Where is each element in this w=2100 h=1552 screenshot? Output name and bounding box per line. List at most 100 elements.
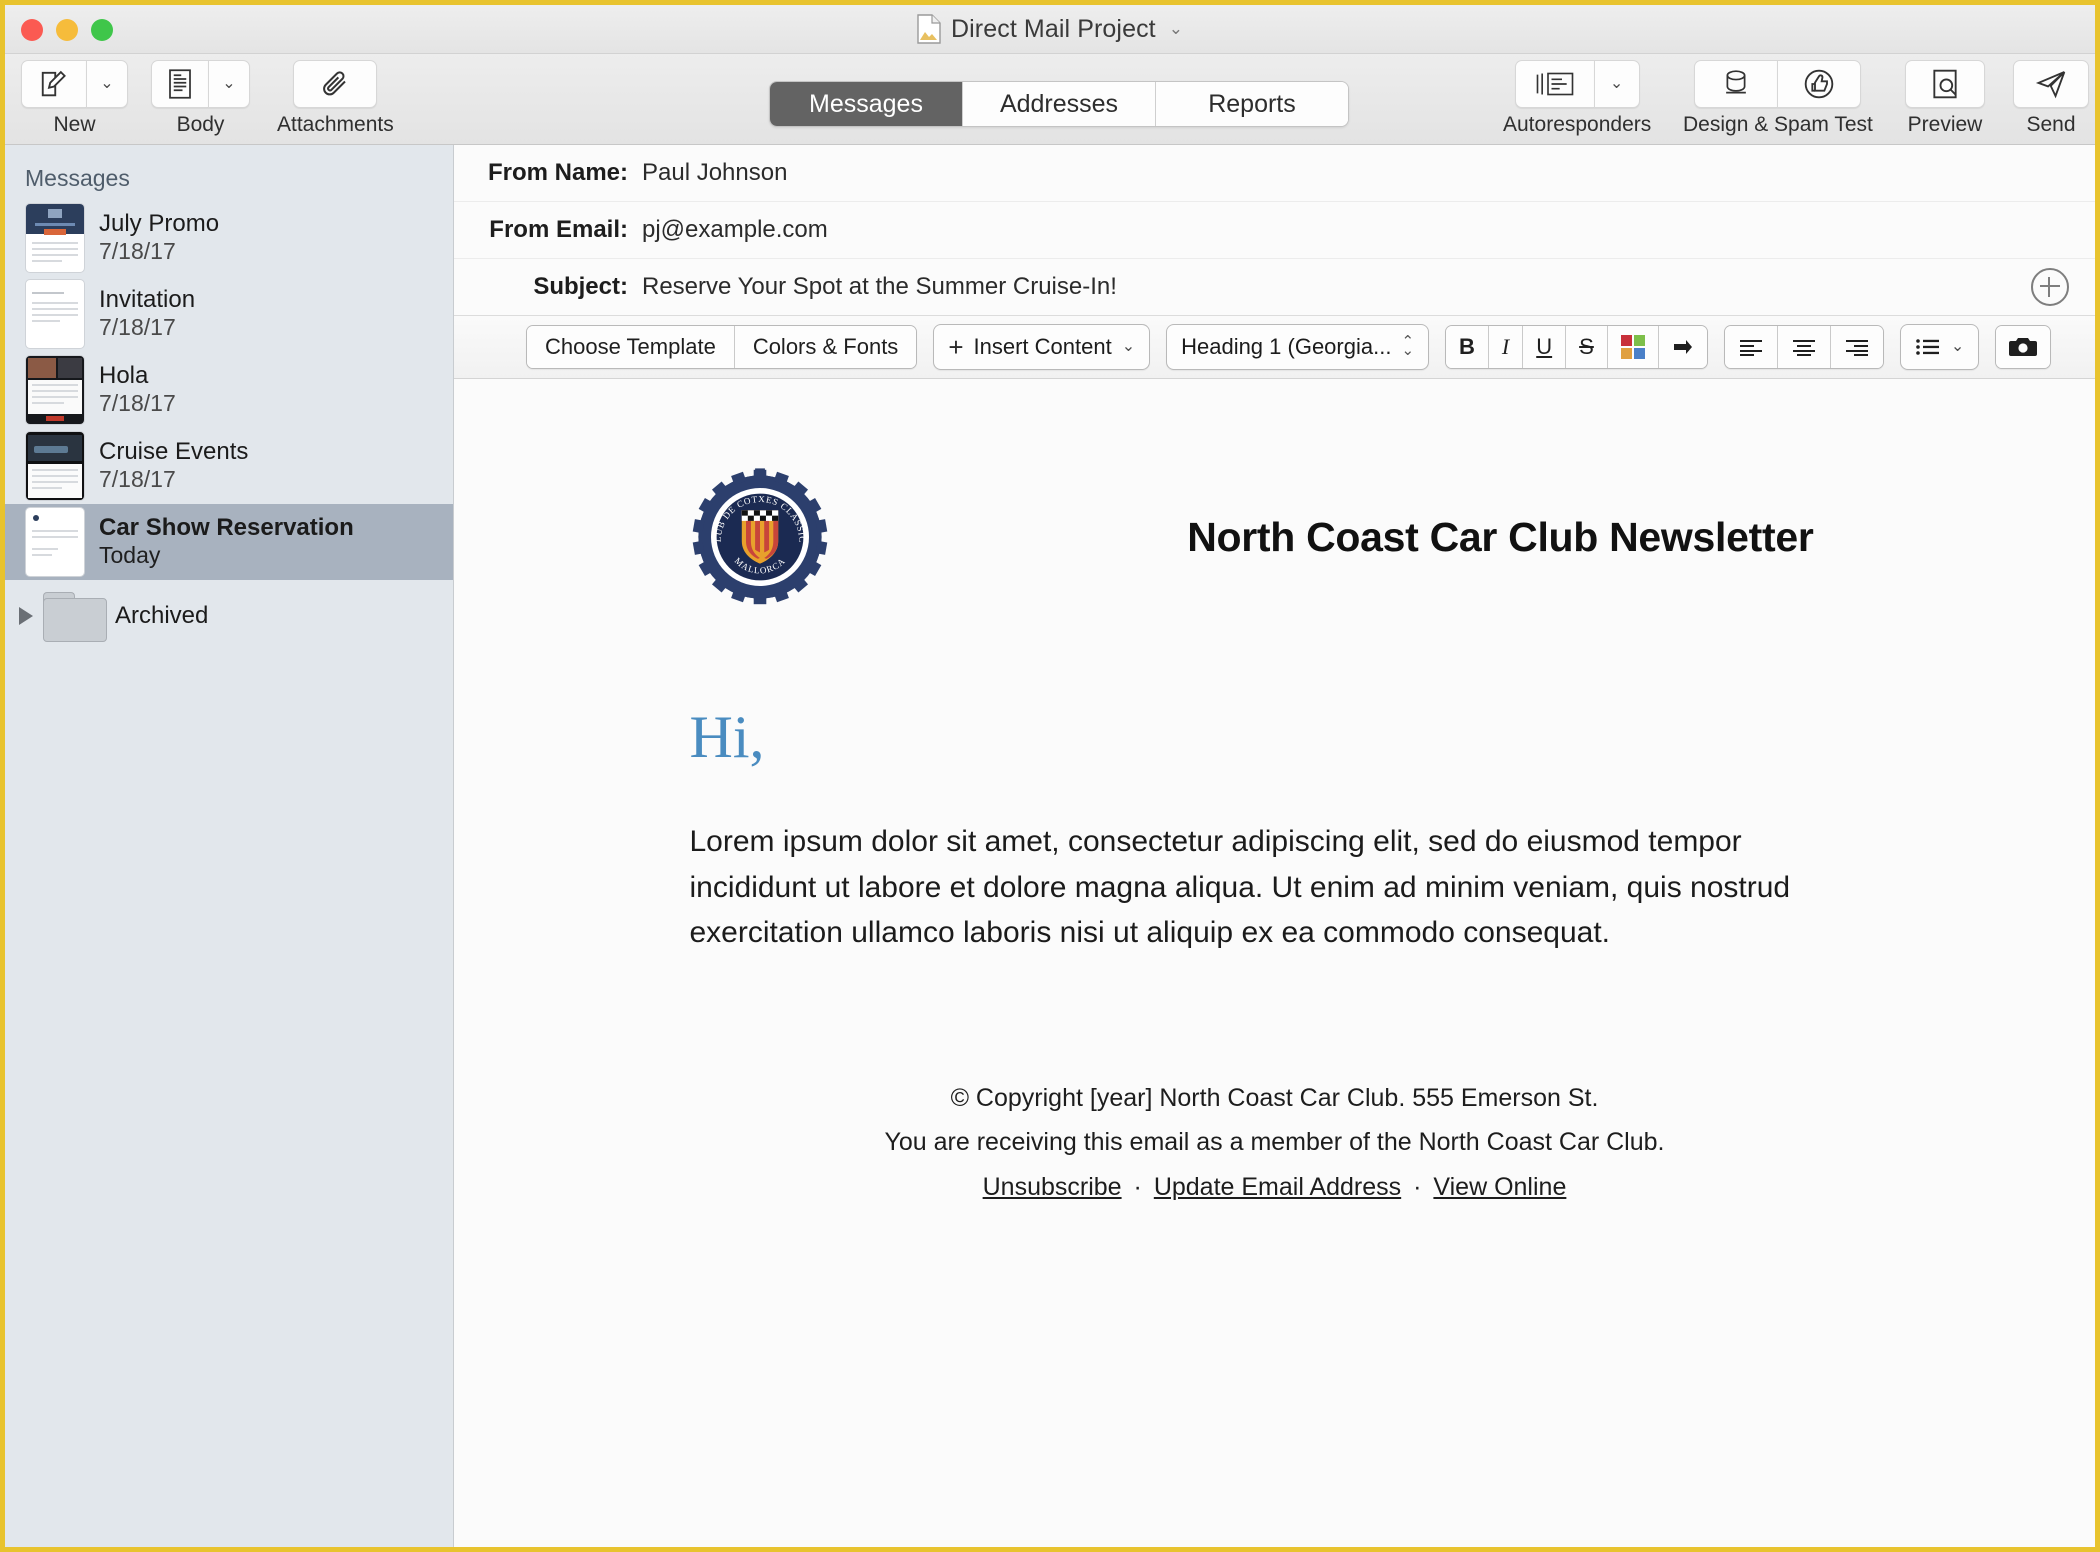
toolbar-item-new[interactable]: ⌄ New xyxy=(21,60,128,137)
message-date: 7/18/17 xyxy=(99,313,176,340)
document-icon xyxy=(917,14,941,44)
email-footer: © Copyright [year] North Coast Car Club.… xyxy=(640,956,1910,1210)
bold-button[interactable]: B xyxy=(1446,326,1489,368)
from-email-row[interactable]: From Email: pj@example.com xyxy=(454,202,2095,259)
message-editor: From Name: Paul Johnson From Email: pj@e… xyxy=(454,145,2095,1547)
align-center-icon[interactable] xyxy=(1777,326,1831,368)
footer-copyright: © Copyright [year] North Coast Car Club.… xyxy=(950,1083,1599,1112)
toolbar-item-design-spam-test[interactable]: Design & Spam Test xyxy=(1683,60,1873,137)
tab-addresses[interactable]: Addresses xyxy=(963,82,1156,126)
align-left-icon[interactable] xyxy=(1724,326,1778,368)
format-toolbar: Choose Template Colors & Fonts + Insert … xyxy=(454,316,2095,379)
plus-icon: + xyxy=(948,331,964,362)
message-title: Car Show Reservation xyxy=(99,514,354,541)
sidebar-heading: Messages xyxy=(25,165,130,191)
tab-reports[interactable]: Reports xyxy=(1156,82,1348,126)
body-template-icon[interactable] xyxy=(151,60,208,108)
from-email-label: From Email: xyxy=(489,216,628,243)
toolbar-label-preview: Preview xyxy=(1907,113,1983,136)
list-button[interactable]: ⌄ xyxy=(1899,324,1980,370)
design-test-icon[interactable] xyxy=(1694,60,1778,108)
insert-content-button[interactable]: + Insert Content ⌄ xyxy=(933,324,1151,370)
list-item[interactable]: Cruise Events 7/18/17 xyxy=(5,428,453,504)
toolbar-label-attachments: Attachments xyxy=(277,113,394,136)
email-canvas[interactable]: CLUB DE COTXES CLASSICS MALLORCA xyxy=(454,379,2095,1547)
window-title-group[interactable]: Direct Mail Project ⌄ xyxy=(5,5,2095,53)
message-thumbnail xyxy=(25,203,85,273)
preview-magnify-icon[interactable] xyxy=(1905,60,1985,108)
message-title: Hola xyxy=(99,362,149,389)
colors-fonts-button[interactable]: Colors & Fonts xyxy=(734,326,917,368)
from-name-label: From Name: xyxy=(487,159,628,186)
autoresponder-icon[interactable] xyxy=(1514,60,1594,108)
view-online-link[interactable]: View Online xyxy=(1433,1173,1566,1201)
message-thumbnail xyxy=(25,279,85,349)
autoresponders-dropdown-chevron-icon[interactable]: ⌄ xyxy=(1593,60,1640,108)
body-dropdown-chevron-icon[interactable]: ⌄ xyxy=(208,60,250,108)
align-right-icon[interactable] xyxy=(1830,326,1883,368)
choose-template-button[interactable]: Choose Template xyxy=(527,326,735,368)
club-de-cotxes-classics-mallorca-logo: CLUB DE COTXES CLASSICS MALLORCA xyxy=(686,459,830,607)
indent-arrow-icon[interactable] xyxy=(1658,326,1707,368)
view-tabs: Messages Addresses Reports xyxy=(769,81,1349,127)
paragraph-style-select[interactable]: Heading 1 (Georgia... ⌃ ⌄ xyxy=(1166,324,1430,370)
italic-button[interactable]: I xyxy=(1488,326,1524,368)
footer-separator: · xyxy=(1413,1172,1422,1201)
app-window: Direct Mail Project ⌄ ⌄ New ⌄ Body Attac… xyxy=(0,0,2100,1552)
list-item-selected[interactable]: Car Show Reservation Today xyxy=(5,504,453,580)
from-name-row[interactable]: From Name: Paul Johnson xyxy=(454,145,2095,202)
text-style-group: B I U S xyxy=(1445,325,1708,369)
plus-circle-icon[interactable] xyxy=(2031,268,2069,306)
message-date: 7/18/17 xyxy=(99,465,176,492)
list-item[interactable]: Hola 7/18/17 xyxy=(5,352,453,428)
toolbar-label-new: New xyxy=(53,113,96,136)
chevron-down-icon[interactable]: ⌄ xyxy=(1169,19,1183,39)
subject-label: Subject: xyxy=(533,273,628,300)
message-thumbnail xyxy=(25,355,85,425)
toolbar-item-preview[interactable]: Preview xyxy=(1905,60,1985,137)
toolbar-item-body[interactable]: ⌄ Body xyxy=(151,60,250,137)
message-date: Today xyxy=(99,541,161,568)
toolbar-label-design-spam-test: Design & Spam Test xyxy=(1683,113,1873,136)
chevron-down-icon: ⌄ xyxy=(1121,338,1136,355)
main-toolbar: ⌄ New ⌄ Body Attachments ⌄ Autoresponder… xyxy=(5,54,2095,145)
email-header: CLUB DE COTXES CLASSICS MALLORCA xyxy=(640,427,1910,607)
stepper-icon: ⌃ ⌄ xyxy=(1401,333,1415,359)
paragraph-style-value: Heading 1 (Georgia... xyxy=(1181,334,1392,359)
sidebar-item-archived[interactable]: Archived xyxy=(5,580,453,652)
tab-messages[interactable]: Messages xyxy=(770,82,963,126)
from-email-field[interactable]: pj@example.com xyxy=(642,216,828,244)
toolbar-item-attachments[interactable]: Attachments xyxy=(277,60,394,137)
thumbs-up-icon[interactable] xyxy=(1777,60,1862,108)
list-item[interactable]: Invitation 7/18/17 xyxy=(5,276,453,352)
main-content: Messages July Promo 7/18/17 Invitation 7… xyxy=(5,145,2095,1547)
unsubscribe-link[interactable]: Unsubscribe xyxy=(983,1173,1122,1201)
archived-label: Archived xyxy=(115,602,209,629)
from-name-field[interactable]: Paul Johnson xyxy=(642,159,787,187)
sidebar: Messages July Promo 7/18/17 Invitation 7… xyxy=(5,145,454,1547)
compose-icon[interactable] xyxy=(21,60,86,108)
strikethrough-button[interactable]: S xyxy=(1566,326,1608,368)
message-thumbnail xyxy=(25,507,85,577)
paper-plane-icon[interactable] xyxy=(2013,60,2089,108)
subject-row[interactable]: Subject: Reserve Your Spot at the Summer… xyxy=(454,259,2095,316)
toolbar-item-autoresponders[interactable]: ⌄ Autoresponders xyxy=(1503,60,1651,137)
disclosure-triangle-icon[interactable] xyxy=(19,607,33,625)
list-item[interactable]: July Promo 7/18/17 xyxy=(5,200,453,276)
underline-button[interactable]: U xyxy=(1523,326,1567,368)
subject-field[interactable]: Reserve Your Spot at the Summer Cruise-I… xyxy=(642,273,1117,301)
message-date: 7/18/17 xyxy=(99,237,176,264)
toolbar-item-send[interactable]: Send xyxy=(2013,60,2089,137)
paperclip-icon[interactable] xyxy=(293,60,378,108)
title-bar: Direct Mail Project ⌄ xyxy=(5,5,2095,54)
camera-icon[interactable] xyxy=(1996,326,2051,368)
toolbar-label-autoresponders: Autoresponders xyxy=(1503,113,1652,136)
bulleted-list-icon xyxy=(1916,339,1939,355)
footer-links: Unsubscribe · Update Email Address · Vie… xyxy=(680,1165,1870,1210)
color-swatch-icon[interactable] xyxy=(1607,326,1659,368)
message-title: Invitation xyxy=(99,286,196,313)
update-email-address-link[interactable]: Update Email Address xyxy=(1154,1173,1401,1201)
chevron-down-icon: ⌄ xyxy=(1950,338,1965,355)
new-dropdown-chevron-icon[interactable]: ⌄ xyxy=(86,60,128,108)
footer-separator: · xyxy=(1133,1172,1142,1201)
